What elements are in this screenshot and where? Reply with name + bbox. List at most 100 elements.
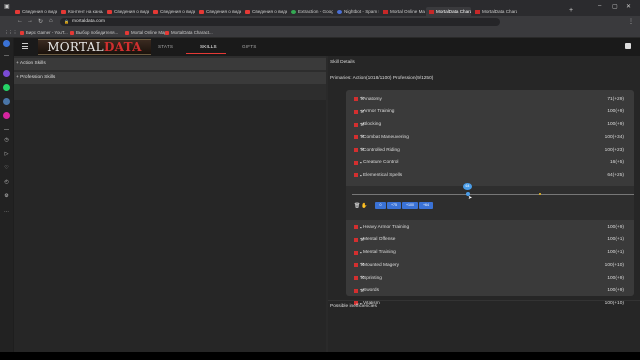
browser-tab[interactable]: Сведения о видео✕ (196, 7, 241, 16)
forward-button[interactable]: → (27, 18, 33, 24)
clock-icon[interactable]: ◴ (3, 178, 10, 185)
bookmark-item[interactable]: Бирс Gamer - YouT... (20, 30, 68, 35)
skills-list: ⚒ Anatomy 71(+29) ⚒ Armor Training 100(+9) ⚒ Bl… (346, 90, 634, 306)
reload-button[interactable]: ↻ (38, 18, 43, 25)
play-icon[interactable]: ▷ (3, 150, 10, 157)
tab-search-icon[interactable]: ▣ (4, 3, 10, 10)
browser-tab[interactable]: MortalData Characte✕ (472, 7, 517, 16)
tab-title: Сведения о видео (160, 9, 195, 14)
new-tab-button[interactable]: + (569, 7, 573, 15)
skill-name: Heavy Armor Training (363, 224, 410, 230)
skill-row[interactable]: ▪ Elementical Spells 64(+25) (346, 169, 634, 182)
skill-value: 100(+10) (604, 262, 624, 268)
bookmark-item[interactable]: Mortal Online Map (125, 30, 167, 35)
nightbot-icon (337, 9, 342, 14)
browser-tab[interactable]: Сведения о видео✕ (242, 7, 287, 16)
menu-dots-icon[interactable]: ⋮ (628, 18, 634, 25)
tab-title: MortalData Charact (436, 9, 471, 14)
tab-skills[interactable]: SKILLS (200, 44, 217, 49)
skill-row[interactable]: ⚒ Controlled Riding 100(+23) (346, 144, 634, 157)
set-0-button[interactable]: 0 (375, 202, 386, 209)
skill-color-marker (354, 148, 358, 153)
profession-skills-toggle[interactable]: + Profession Skills (14, 72, 326, 84)
google-icon (291, 9, 296, 14)
history-icon[interactable]: ◷ (3, 136, 10, 143)
skill-name: Combat Maneuvering (363, 134, 409, 140)
vk-icon[interactable] (3, 98, 10, 105)
bookmark-item[interactable]: Выбор победителя... (70, 30, 118, 35)
bookmarks-bar: ⋮⋮⋮ Бирс Gamer - YouT... Выбор победител… (0, 28, 640, 38)
skill-row[interactable]: ▪ Heavy Armor Training 100(+9) (346, 221, 634, 234)
skill-row[interactable]: ⚒ Sprinting 100(+9) (346, 272, 634, 285)
minimize-button[interactable]: – (598, 3, 601, 9)
instagram-icon[interactable] (3, 112, 10, 119)
back-button[interactable]: ← (17, 18, 23, 24)
skill-row[interactable]: ⚒ Combat Maneuvering 100(+34) (346, 131, 634, 144)
skill-value: 100(+9) (607, 109, 624, 115)
browser-window: ▣ Сведения о видео✕Контент на канале✕Све… (0, 0, 640, 352)
maximize-button[interactable]: ▢ (612, 3, 618, 10)
skill-details-title: Skill Details (330, 60, 355, 65)
mouse-cursor-icon: ➤ (468, 195, 473, 201)
browser-tab[interactable]: Сведения о видео✕ (104, 7, 149, 16)
browser-tab[interactable]: Сведения о видео✕ (150, 7, 195, 16)
add-75-button[interactable]: +75 (387, 202, 401, 209)
tab-title: Mortal Online Map (390, 9, 425, 14)
skill-slider-panel: 64 ➤ 🗑 ✋ 0 +75 +100 +64 (346, 183, 634, 220)
browser-tab[interactable]: Контент на канале✕ (58, 7, 103, 16)
browser-tab[interactable]: Nightbot - Spam Pr✕ (334, 7, 379, 16)
mortal-icon (125, 30, 129, 35)
settings-icon[interactable]: ⚙ (3, 192, 10, 199)
skill-name: Swords (363, 288, 379, 294)
mortal-icon (475, 9, 480, 14)
browser-tab[interactable]: Сведения о видео✕ (12, 7, 57, 16)
skill-value: 100(+23) (604, 147, 624, 153)
browser-tab[interactable]: Mortal Online Map✕ (380, 7, 425, 16)
slider-value-tooltip: 64 (463, 183, 472, 190)
skill-color-marker (354, 109, 358, 114)
tab-gifts[interactable]: GIFTS (242, 44, 257, 49)
url-text: mortaldata.com (72, 19, 106, 24)
skill-slider-track[interactable] (352, 194, 634, 195)
close-window-button[interactable]: ✕ (626, 3, 631, 10)
youtube-icon (153, 9, 158, 14)
hamburger-menu-icon[interactable] (22, 43, 28, 51)
skill-row[interactable]: ⚒ Mental Offense 100(+1) (346, 234, 634, 247)
skill-name: Blocking (363, 122, 382, 128)
bookmark-item[interactable]: MortalData Charact... (165, 30, 213, 35)
skill-row[interactable]: ▪ Creature Control 16(+5) (346, 157, 634, 170)
more-icon[interactable]: ⋯ (3, 208, 10, 215)
skill-value: 100(+9) (607, 122, 624, 128)
browser-tab[interactable]: Extraction - Google✕ (288, 7, 333, 16)
skill-row[interactable]: ⚒ Blocking 100(+9) (346, 118, 634, 131)
tab-title: Сведения о видео (252, 9, 287, 14)
address-bar[interactable]: 🔒 mortaldata.com (60, 18, 500, 26)
skill-row[interactable]: ▪ Mental Training 100(+1) (346, 246, 634, 259)
primaries-summary: Primaries: Action(1018/1100) Profession(… (330, 76, 434, 81)
action-skills-toggle[interactable]: + Action Skills (14, 58, 326, 70)
home-icon[interactable]: ⌂ (49, 18, 53, 24)
apps-icon[interactable]: ⋮⋮⋮ (4, 30, 17, 36)
whatsapp-icon[interactable] (3, 84, 10, 91)
skill-value: 100(+1) (607, 250, 624, 256)
skill-color-marker (354, 173, 358, 178)
skill-row[interactable]: ⚒ Anatomy 71(+29) (346, 93, 634, 106)
tab-stats[interactable]: STATS (158, 44, 173, 49)
heart-icon[interactable]: ♡ (3, 164, 10, 171)
browser-tab[interactable]: MortalData Charact✕ (426, 7, 471, 16)
skill-row[interactable]: ⚒ Armor Training 100(+9) (346, 106, 634, 119)
tab-title: MortalData Characte (482, 9, 517, 14)
messenger-icon[interactable] (3, 70, 10, 77)
add-100-button[interactable]: +100 (402, 202, 418, 209)
skill-row[interactable]: ⚒ Mounted Magery 100(+10) (346, 259, 634, 272)
save-icon[interactable] (625, 43, 631, 49)
youtube-icon (61, 9, 66, 14)
trash-icon[interactable]: 🗑 (354, 203, 360, 209)
possible-inefficiencies-title: Possible inefficiencies (330, 304, 377, 309)
skill-name: Mental Offense (363, 237, 396, 243)
hand-icon[interactable]: ✋ (361, 203, 367, 209)
sidebar-app-icon[interactable] (3, 40, 10, 47)
skill-row[interactable]: ⚒ Swords 100(+9) (346, 285, 634, 298)
add-64-button[interactable]: +64 (419, 202, 433, 209)
skill-color-marker (354, 263, 358, 268)
